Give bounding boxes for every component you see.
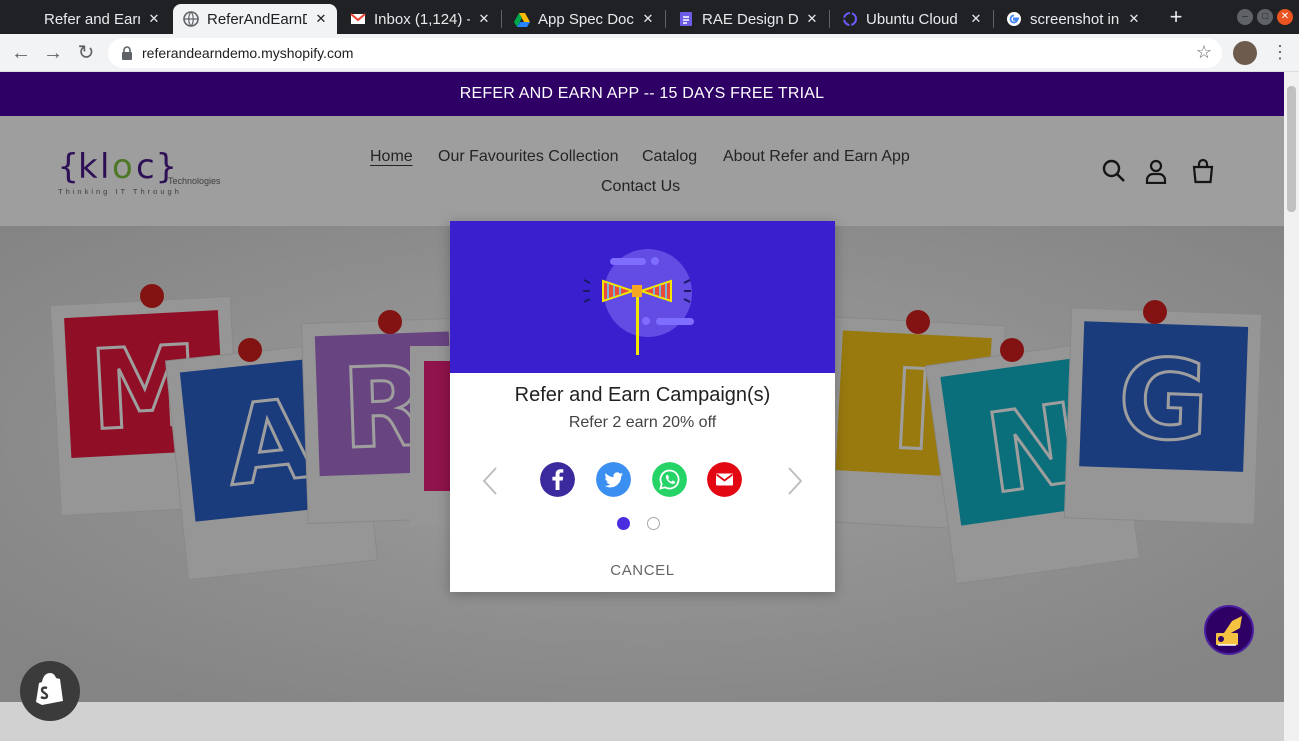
refer-and-earn-launcher[interactable] <box>1204 605 1254 655</box>
google-drive-icon <box>514 13 530 27</box>
page-scrollbar[interactable] <box>1284 72 1299 741</box>
tab-app-spec-docs[interactable]: App Spec Docs ✕ <box>504 4 664 34</box>
campaign-subtitle: Refer 2 earn 20% off <box>568 414 717 431</box>
whatsapp-share-icon[interactable] <box>652 462 687 497</box>
pagination-dot[interactable] <box>647 517 660 530</box>
close-icon[interactable]: ✕ <box>146 11 162 27</box>
close-icon[interactable]: ✕ <box>804 11 820 27</box>
profile-avatar[interactable] <box>1233 41 1257 65</box>
campaign-banner <box>450 221 835 373</box>
browser-toolbar: ← → ↻ referandearndemo.myshopify.com ☆ <box>0 34 1299 72</box>
browser-tab-bar: Refer and Earn ✕ ReferAndEarnD ✕ Inbox (… <box>0 0 1299 34</box>
shopify-bag-icon <box>36 673 63 705</box>
gramophone-icon <box>1216 616 1242 646</box>
store-page: REFER AND EARN APP -- 15 DAYS FREE TRIAL… <box>0 72 1284 741</box>
forward-button[interactable]: → <box>40 40 66 66</box>
generic-page-icon <box>20 11 36 27</box>
tab-separator <box>665 10 666 28</box>
previous-campaign-chevron-icon[interactable] <box>480 466 500 496</box>
tab-title: screenshot in <box>1030 10 1120 28</box>
url-text: referandearndemo.myshopify.com <box>142 45 354 61</box>
tab-refer-and-earn[interactable]: Refer and Earn ✕ <box>10 4 170 34</box>
tab-rae-design-docs[interactable]: RAE Design Do ✕ <box>668 4 828 34</box>
announcement-bar[interactable]: REFER AND EARN APP -- 15 DAYS FREE TRIAL <box>0 72 1284 116</box>
globe-icon <box>183 11 199 27</box>
facebook-share-icon[interactable] <box>540 462 575 497</box>
close-icon[interactable]: ✕ <box>313 11 329 27</box>
refer-and-earn-modal: Refer and Earn Campaign(s) Refer 2 earn … <box>450 221 835 592</box>
close-icon[interactable]: ✕ <box>968 11 984 27</box>
modal-title: Refer and Earn Campaign(s) <box>514 384 771 406</box>
tab-google-search[interactable]: screenshot in ✕ <box>996 4 1150 34</box>
tab-title: Ubuntu Cloud <box>866 10 958 28</box>
browser-menu-icon[interactable]: ⋮ <box>1271 42 1289 63</box>
tab-separator <box>829 10 830 28</box>
modal-backdrop-lower[interactable] <box>0 702 1284 741</box>
close-icon[interactable]: ✕ <box>1126 11 1142 27</box>
cancel-button[interactable]: CANCEL <box>450 562 835 579</box>
next-campaign-chevron-icon[interactable] <box>785 466 805 496</box>
maximize-button[interactable]: □ <box>1257 9 1273 25</box>
tab-separator <box>501 10 502 28</box>
google-docs-icon <box>680 12 692 26</box>
tab-separator <box>993 10 994 28</box>
tab-title: Inbox (1,124) - <box>374 10 470 28</box>
tab-ubuntu-cloud[interactable]: Ubuntu Cloud ✕ <box>832 4 992 34</box>
close-icon[interactable]: ✕ <box>476 11 492 27</box>
pagination-dot-active[interactable] <box>617 517 630 530</box>
close-icon[interactable]: ✕ <box>640 11 656 27</box>
bookmark-star-icon[interactable]: ☆ <box>1196 42 1212 63</box>
lock-icon <box>122 46 132 60</box>
gmail-icon <box>350 13 366 24</box>
google-icon <box>1007 12 1021 26</box>
shopify-preview-badge[interactable] <box>20 661 80 721</box>
tab-title: RAE Design Do <box>702 10 798 28</box>
address-bar[interactable]: referandearndemo.myshopify.com ☆ <box>108 38 1222 68</box>
tab-title: ReferAndEarnD <box>207 10 307 28</box>
close-window-button[interactable]: ✕ <box>1277 9 1293 25</box>
new-tab-button[interactable]: + <box>1165 6 1187 28</box>
megaphone-illustration <box>583 249 694 355</box>
back-button[interactable]: ← <box>8 40 34 66</box>
scrollbar-thumb[interactable] <box>1287 86 1296 212</box>
email-share-icon[interactable] <box>707 462 742 497</box>
tab-gmail-inbox[interactable]: Inbox (1,124) - ✕ <box>340 4 500 34</box>
tab-title: Refer and Earn <box>44 10 140 28</box>
reload-button[interactable]: ↻ <box>73 40 99 66</box>
tab-referandearn-active[interactable]: ReferAndEarnD ✕ <box>173 4 337 34</box>
twitter-share-icon[interactable] <box>596 462 631 497</box>
ubuntu-icon <box>843 12 857 26</box>
tab-title: App Spec Docs <box>538 10 634 28</box>
minimize-button[interactable]: – <box>1237 9 1253 25</box>
